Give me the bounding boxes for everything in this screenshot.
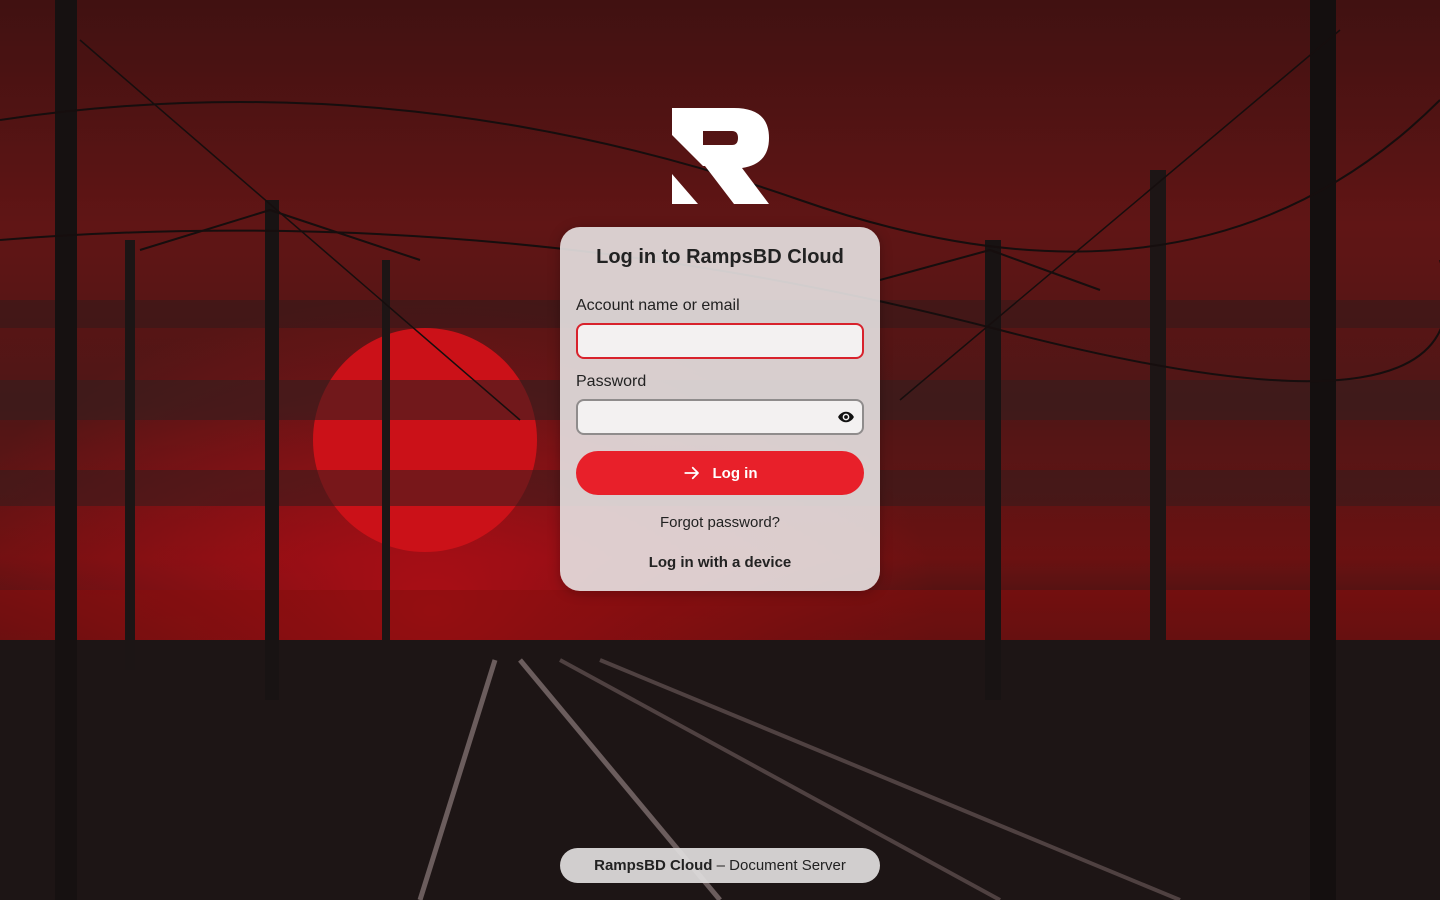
login-card: Log in to RampsBD Cloud Account name or … [560,227,880,591]
login-button-label: Log in [712,464,758,482]
username-input[interactable] [576,323,864,359]
footer-separator: – [712,857,730,874]
footer-brand[interactable]: RampsBD Cloud [594,857,712,874]
r-logo-icon [672,108,769,204]
login-button[interactable]: Log in [576,451,864,495]
login-title: Log in to RampsBD Cloud [596,246,844,268]
arrow-right-icon [683,466,699,480]
device-login-link[interactable]: Log in with a device [560,554,880,571]
forgot-password-link[interactable]: Forgot password? [560,514,880,531]
password-input[interactable] [576,399,864,435]
password-label: Password [576,373,647,390]
footer-subtitle: Document Server [729,857,846,874]
username-label: Account name or email [576,297,740,314]
footer-bar: RampsBD Cloud – Document Server [560,848,880,883]
eye-icon[interactable] [836,408,856,426]
